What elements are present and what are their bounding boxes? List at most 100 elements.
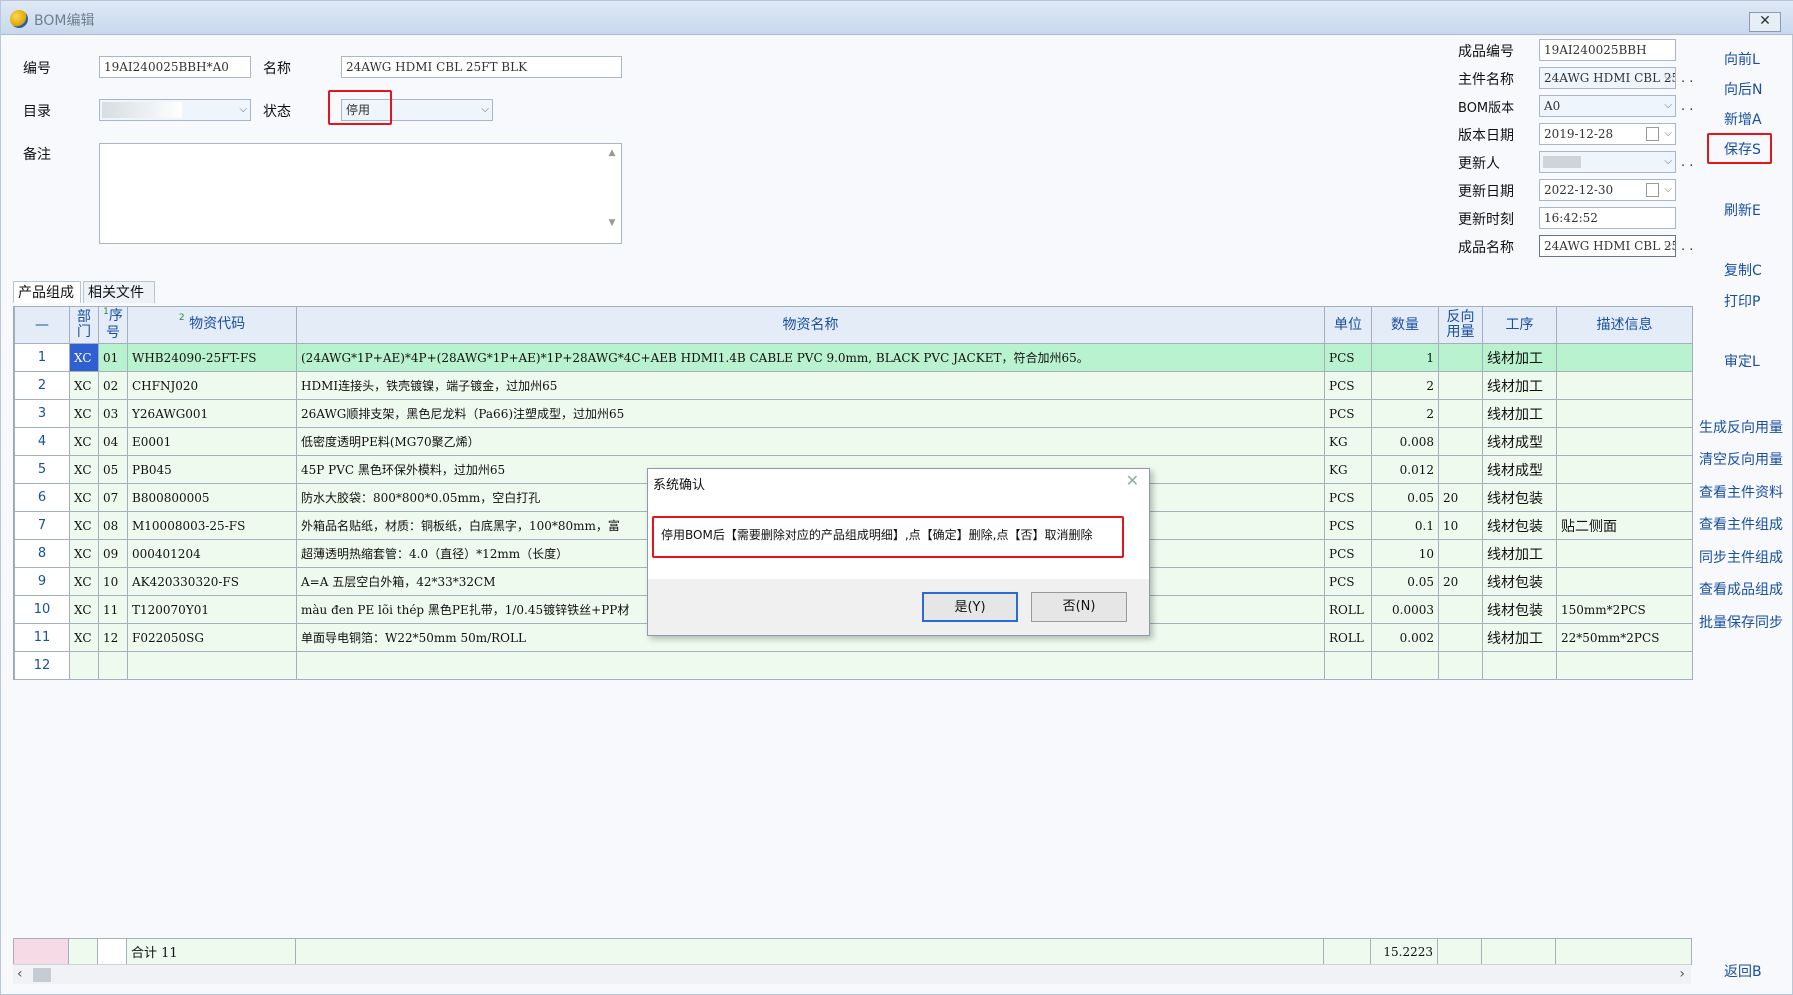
unit-cell[interactable]: KG <box>1324 455 1372 484</box>
name-cell[interactable] <box>296 651 1325 680</box>
calendar-icon[interactable] <box>1646 183 1659 197</box>
reverse-cell[interactable]: 20 <box>1438 483 1483 512</box>
seq-cell[interactable] <box>98 651 128 680</box>
header-corner[interactable]: — <box>14 306 70 344</box>
unit-cell[interactable]: ROLL <box>1324 595 1372 624</box>
reverse-cell[interactable] <box>1438 343 1483 372</box>
dept-cell[interactable]: XC <box>69 511 99 540</box>
code-cell[interactable]: CHFNJ020 <box>127 371 297 400</box>
desc-cell[interactable] <box>1556 427 1693 456</box>
row-number[interactable]: 6 <box>14 483 70 512</box>
product-name-select[interactable]: 24AWG HDMI CBL 25 ⌵ <box>1539 235 1676 257</box>
seq-cell[interactable]: 12 <box>98 623 128 652</box>
name-cell[interactable]: 26AWG顺排支架，黑色尼龙料（Pa66)注塑成型，过加州65 <box>296 399 1325 428</box>
code-cell[interactable]: 000401204 <box>127 539 297 568</box>
header-unit[interactable]: 单位 <box>1324 306 1372 344</box>
process-cell[interactable]: 线材成型 <box>1482 427 1557 456</box>
dept-cell[interactable]: XC <box>69 539 99 568</box>
unit-cell[interactable]: PCS <box>1324 567 1372 596</box>
dept-cell[interactable]: XC <box>69 623 99 652</box>
qty-cell[interactable]: 0.05 <box>1371 567 1439 596</box>
product-code-field[interactable]: 19AI240025BBH <box>1539 39 1676 61</box>
unit-cell[interactable]: PCS <box>1324 539 1372 568</box>
dept-cell[interactable] <box>69 651 99 680</box>
code-cell[interactable]: M10008003-25-FS <box>127 511 297 540</box>
desc-cell[interactable]: 贴二侧面 <box>1556 511 1693 540</box>
reverse-cell[interactable] <box>1438 623 1483 652</box>
process-cell[interactable]: 线材加工 <box>1482 371 1557 400</box>
audit-button[interactable]: 审定L <box>1724 351 1760 371</box>
reverse-cell[interactable] <box>1438 399 1483 428</box>
bom-version-select[interactable]: A0 ⌵ <box>1539 95 1676 117</box>
row-number[interactable]: 4 <box>14 427 70 456</box>
reverse-cell[interactable]: 20 <box>1438 567 1483 596</box>
updater-select[interactable]: ⌵ <box>1539 151 1676 173</box>
qty-cell[interactable]: 0.05 <box>1371 483 1439 512</box>
dept-cell[interactable]: XC <box>69 427 99 456</box>
clear-reverse-button[interactable]: 清空反向用量 <box>1699 449 1783 469</box>
reverse-cell[interactable]: 10 <box>1438 511 1483 540</box>
reverse-cell[interactable] <box>1438 427 1483 456</box>
qty-cell[interactable]: 0.012 <box>1371 455 1439 484</box>
qty-cell[interactable] <box>1371 651 1439 680</box>
qty-cell[interactable]: 1 <box>1371 343 1439 372</box>
view-product-comp-button[interactable]: 查看成品组成 <box>1699 579 1783 599</box>
seq-cell[interactable]: 05 <box>98 455 128 484</box>
yes-button[interactable]: 是(Y) <box>922 592 1018 622</box>
code-cell[interactable] <box>127 651 297 680</box>
note-textarea[interactable]: ▲ ▼ <box>99 143 622 244</box>
desc-cell[interactable] <box>1556 455 1693 484</box>
qty-cell[interactable]: 10 <box>1371 539 1439 568</box>
process-cell[interactable]: 线材包装 <box>1482 567 1557 596</box>
refresh-button[interactable]: 刷新E <box>1724 200 1761 220</box>
dept-cell[interactable]: XC <box>69 399 99 428</box>
code-field[interactable]: 19AI240025BBH*A0 <box>99 56 251 78</box>
row-number[interactable]: 3 <box>14 399 70 428</box>
desc-cell[interactable] <box>1556 651 1693 680</box>
table-row[interactable]: 12 <box>14 651 1693 680</box>
unit-cell[interactable]: ROLL <box>1324 623 1372 652</box>
header-qty[interactable]: 数量 <box>1371 306 1439 344</box>
seq-cell[interactable]: 07 <box>98 483 128 512</box>
gen-reverse-button[interactable]: 生成反向用量 <box>1699 417 1783 437</box>
chevron-right-icon[interactable]: › <box>1679 966 1685 982</box>
qty-cell[interactable]: 0.0003 <box>1371 595 1439 624</box>
scroll-thumb[interactable] <box>33 968 51 982</box>
row-number[interactable]: 2 <box>14 371 70 400</box>
process-cell[interactable]: 线材包装 <box>1482 511 1557 540</box>
reverse-cell[interactable] <box>1438 651 1483 680</box>
process-cell[interactable]: 线材加工 <box>1482 343 1557 372</box>
qty-cell[interactable]: 0.002 <box>1371 623 1439 652</box>
seq-cell[interactable]: 01 <box>98 343 128 372</box>
unit-cell[interactable]: PCS <box>1324 371 1372 400</box>
process-cell[interactable]: 线材成型 <box>1482 455 1557 484</box>
unit-cell[interactable]: KG <box>1324 427 1372 456</box>
reverse-cell[interactable] <box>1438 595 1483 624</box>
close-icon[interactable]: ✕ <box>1126 471 1139 490</box>
table-row[interactable]: 4 XC 04 E0001 低密度透明PE料(MG70聚乙烯） KG 0.008… <box>14 427 1693 456</box>
main-name-select[interactable]: 24AWG HDMI CBL 25 ⌵ <box>1539 67 1676 89</box>
name-field[interactable]: 24AWG HDMI CBL 25FT BLK <box>341 56 622 78</box>
update-time-field[interactable]: 16:42:52 <box>1539 207 1676 229</box>
unit-cell[interactable]: PCS <box>1324 483 1372 512</box>
row-number[interactable]: 12 <box>14 651 70 680</box>
view-main-info-button[interactable]: 查看主件资料 <box>1699 482 1783 502</box>
dept-cell[interactable]: XC <box>69 567 99 596</box>
dept-cell[interactable]: XC <box>69 455 99 484</box>
print-button[interactable]: 打印P <box>1724 291 1760 311</box>
no-button[interactable]: 否(N) <box>1031 592 1127 622</box>
row-number[interactable]: 7 <box>14 511 70 540</box>
header-dept[interactable]: 部 门 <box>69 306 99 344</box>
row-number[interactable]: 5 <box>14 455 70 484</box>
tab-files[interactable]: 相关文件 <box>83 281 155 303</box>
code-cell[interactable]: WHB24090-25FT-FS <box>127 343 297 372</box>
updater-more[interactable]: . . <box>1681 155 1693 170</box>
batch-save-sync-button[interactable]: 批量保存同步 <box>1699 612 1783 632</box>
header-seq[interactable]: 1序 号 <box>98 306 128 344</box>
main-name-more[interactable]: . . <box>1681 71 1693 86</box>
seq-cell[interactable]: 09 <box>98 539 128 568</box>
code-cell[interactable]: Y26AWG001 <box>127 399 297 428</box>
name-cell[interactable]: HDMI连接头，铁壳镀镍，端子镀金，过加州65 <box>296 371 1325 400</box>
desc-cell[interactable] <box>1556 343 1693 372</box>
process-cell[interactable]: 线材加工 <box>1482 539 1557 568</box>
